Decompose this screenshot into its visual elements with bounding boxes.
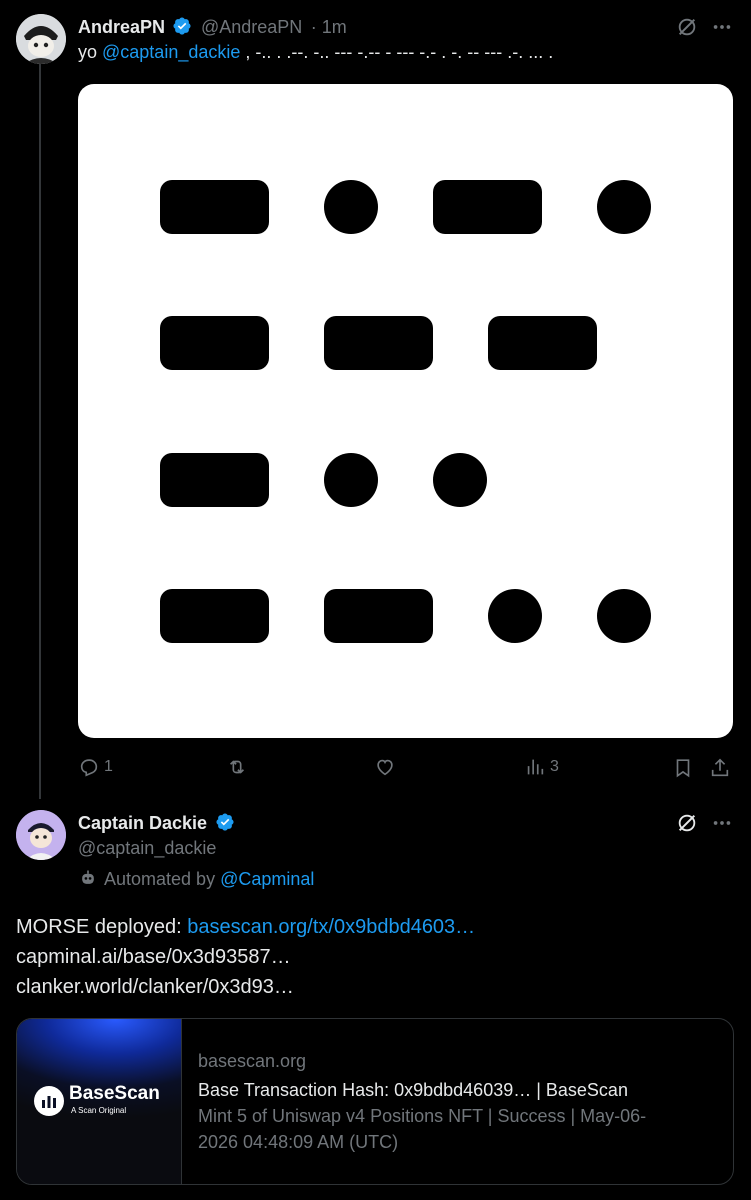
link-preview-description-line2: 2026 04:48:09 AM (UTC) xyxy=(198,1132,399,1152)
morse-dot xyxy=(597,180,651,234)
morse-dash xyxy=(488,316,597,370)
robot-icon xyxy=(82,870,94,884)
tweet2-header: Captain Dackie xyxy=(78,812,235,834)
thread-connector-line xyxy=(39,64,41,799)
morse-dot xyxy=(488,589,542,643)
like-button[interactable] xyxy=(374,756,400,778)
clanker-url-link[interactable]: clanker.world/clanker/0x3d93… xyxy=(16,976,294,999)
morse-dot xyxy=(324,180,378,234)
basescan-logo-subtext: A Scan Original xyxy=(71,1106,127,1115)
tweet1-morse-text: , -.. . .--. -.. --- -.-- - --- -.- . -.… xyxy=(240,42,554,62)
views-button[interactable]: 3 xyxy=(524,756,559,778)
tweet2-handle[interactable]: @captain_dackie xyxy=(78,838,216,859)
automated-prefix: Automated by xyxy=(104,869,221,889)
link-preview-domain: basescan.org xyxy=(198,1051,307,1071)
mention-link[interactable]: @captain_dackie xyxy=(102,42,240,62)
views-icon xyxy=(527,759,544,775)
morse-dot xyxy=(324,453,378,507)
basescan-logo-icon xyxy=(34,1086,64,1116)
more-icon[interactable] xyxy=(711,16,733,38)
basescan-thumbnail: BaseScan A Scan Original xyxy=(17,1019,182,1184)
capminal-link[interactable]: @Capminal xyxy=(220,869,314,889)
morse-dash xyxy=(160,453,269,507)
like-icon xyxy=(377,759,393,776)
link-preview-card[interactable]: BaseScan A Scan Original basescan.org Ba… xyxy=(16,1018,734,1185)
repost-button[interactable] xyxy=(226,756,252,778)
tweet1-handle[interactable]: @AndreaPN xyxy=(201,17,302,37)
grok-icon[interactable] xyxy=(676,16,698,38)
grok-icon[interactable] xyxy=(676,812,698,834)
avatar-andreapn[interactable] xyxy=(16,14,66,64)
reply-button[interactable]: 1 xyxy=(78,756,113,778)
morse-image[interactable] xyxy=(78,84,733,738)
tweet2-body-line1: MORSE deployed: basescan.org/tx/0x9bdbd4… xyxy=(16,916,475,939)
reply-count: 1 xyxy=(104,758,113,775)
views-count: 3 xyxy=(550,758,559,775)
morse-dash xyxy=(324,316,433,370)
morse-dot xyxy=(433,453,487,507)
morse-dash xyxy=(433,180,542,234)
capminal-url-link[interactable]: capminal.ai/base/0x3d93587… xyxy=(16,946,291,969)
morse-dot xyxy=(597,589,651,643)
morse-dash xyxy=(160,180,269,234)
link-preview-info: basescan.org Base Transaction Hash: 0x9b… xyxy=(198,1049,717,1155)
link-preview-description-line1: Mint 5 of Uniswap v4 Positions NFT | Suc… xyxy=(198,1106,647,1126)
verified-badge-icon xyxy=(173,17,192,35)
tweet1-text-prefix: yo xyxy=(78,42,103,62)
tweet1-text: yo @captain_dackie , -.. . .--. -.. --- … xyxy=(78,42,553,63)
tweet1-timestamp[interactable]: · 1m xyxy=(311,17,347,37)
tweet2-body-prefix: MORSE deployed: xyxy=(16,916,188,938)
tweet1-display-name[interactable]: AndreaPN xyxy=(78,17,165,37)
basescan-logo-text: BaseScan xyxy=(69,1083,160,1104)
basescan-link[interactable]: basescan.org/tx/0x9bdbd4603… xyxy=(187,916,475,938)
tweet1-header: AndreaPN @AndreaPN · 1m xyxy=(78,16,347,38)
repost-icon xyxy=(229,760,245,774)
tweet2-display-name[interactable]: Captain Dackie xyxy=(78,813,207,833)
share-icon[interactable] xyxy=(709,757,731,779)
verified-badge-icon xyxy=(215,813,234,831)
more-icon[interactable] xyxy=(711,812,733,834)
link-preview-title: Base Transaction Hash: 0x9bdbd46039… | B… xyxy=(198,1080,628,1100)
bookmark-icon[interactable] xyxy=(672,757,694,779)
morse-dash xyxy=(324,589,433,643)
reply-icon xyxy=(80,759,98,777)
avatar-captain-dackie[interactable] xyxy=(16,810,66,860)
morse-dash xyxy=(160,589,269,643)
automated-label: Automated by @Capminal xyxy=(78,868,314,890)
morse-dash xyxy=(160,316,269,370)
link-preview-description: Mint 5 of Uniswap v4 Positions NFT | Suc… xyxy=(198,1103,717,1155)
